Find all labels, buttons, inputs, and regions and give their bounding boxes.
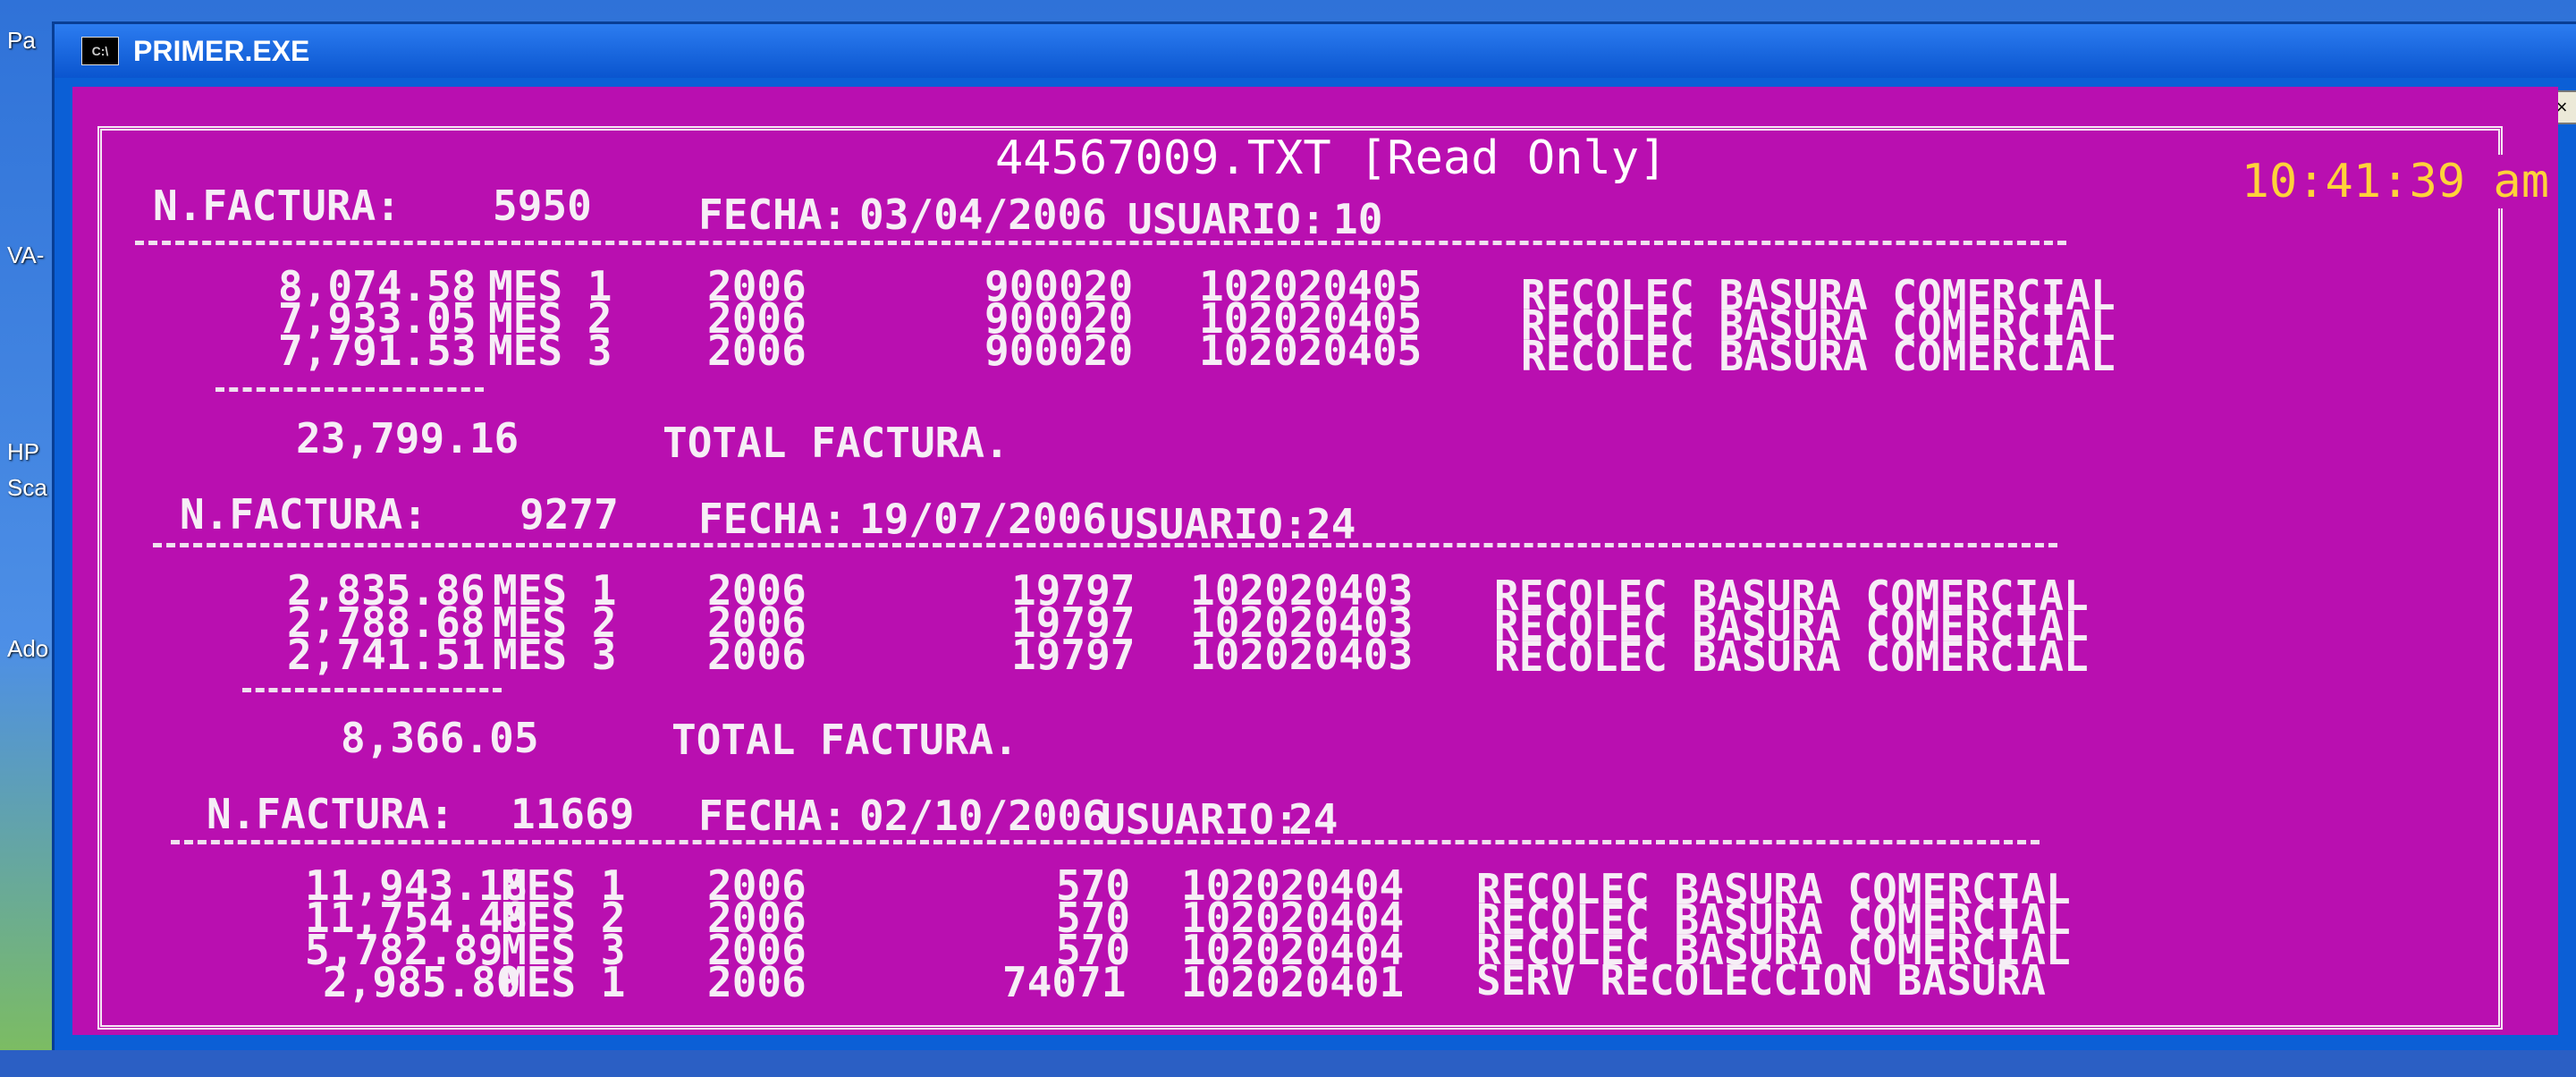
invoice-number: 5950 <box>493 182 592 230</box>
usuario-value: 10 <box>1333 195 1383 243</box>
usuario-label: USUARIO: <box>1128 195 1326 243</box>
usuario-label: USUARIO: <box>1101 795 1299 844</box>
desktop-icon-label[interactable]: Sca <box>7 474 47 502</box>
total-label: TOTAL FACTURA. <box>671 716 1018 764</box>
usuario-value: 24 <box>1288 795 1339 844</box>
line-year: 2006 <box>707 958 807 1006</box>
line-description: RECOLEC BASURA COMERCIAL <box>1521 332 2116 380</box>
console-area[interactable]: 44567009.TXT [Read Only] 10:41:39 am N.F… <box>72 87 2558 1035</box>
divider <box>242 688 502 692</box>
invoice-date: 02/10/2006 <box>859 792 1107 840</box>
line-month: MES 3 <box>488 326 612 375</box>
usuario-value: 24 <box>1306 500 1356 548</box>
title-bar[interactable]: C:\ PRIMER.EXE <box>55 24 2576 78</box>
file-title: 44567009.TXT [Read Only] <box>984 131 1678 185</box>
window-title: PRIMER.EXE <box>133 34 310 67</box>
invoice-date: 19/07/2006 <box>859 495 1107 543</box>
desktop-icon-label[interactable]: Pa <box>7 27 36 55</box>
invoice-date: 03/04/2006 <box>859 191 1107 239</box>
console-window: C:\ PRIMER.EXE _ □ × 44567009.TXT [Read … <box>52 21 2576 1056</box>
divider <box>153 543 2057 547</box>
line-amount: 7,791.53 <box>278 326 477 375</box>
invoice-label: N.FACTURA: <box>207 790 454 838</box>
line-month: MES 1 <box>502 958 626 1006</box>
line-year: 2006 <box>707 631 807 679</box>
total-label: TOTAL FACTURA. <box>663 419 1009 467</box>
desktop-icon-label[interactable]: VA- <box>7 242 44 269</box>
line-code: 900020 <box>984 326 1134 375</box>
line-description: SERV RECOLECCION BASURA <box>1476 956 2046 1005</box>
fecha-label: FECHA: <box>698 495 848 543</box>
divider <box>135 241 2066 245</box>
clock: 10:41:39 am <box>2232 155 2558 208</box>
line-account: 102020401 <box>1181 958 1405 1006</box>
invoice-number: 11669 <box>511 790 635 838</box>
desktop-icon-label[interactable]: Ado <box>7 635 48 663</box>
line-description: RECOLEC BASURA COMERCIAL <box>1494 632 2089 681</box>
line-account: 102020405 <box>1199 326 1423 375</box>
line-amount: 2,985.80 <box>323 958 521 1006</box>
usuario-label: USUARIO: <box>1110 500 1308 548</box>
desktop-icon-label[interactable]: HP <box>7 438 39 466</box>
taskbar[interactable] <box>0 1050 2576 1077</box>
divider <box>171 840 2040 844</box>
invoice-label: N.FACTURA: <box>180 490 427 538</box>
line-code: 19797 <box>1011 631 1136 679</box>
line-code: 74071 <box>1002 958 1127 1006</box>
line-account: 102020403 <box>1190 631 1414 679</box>
fecha-label: FECHA: <box>698 191 848 239</box>
line-year: 2006 <box>707 326 807 375</box>
invoice-number: 9277 <box>519 490 619 538</box>
invoice-label: N.FACTURA: <box>153 182 401 230</box>
fecha-label: FECHA: <box>698 792 848 840</box>
line-amount: 2,741.51 <box>287 631 486 679</box>
invoice-total: 8,366.05 <box>341 714 539 762</box>
line-month: MES 3 <box>493 631 617 679</box>
command-prompt-icon[interactable]: C:\ <box>81 37 119 65</box>
divider <box>215 387 484 392</box>
invoice-total: 23,799.16 <box>296 414 519 462</box>
